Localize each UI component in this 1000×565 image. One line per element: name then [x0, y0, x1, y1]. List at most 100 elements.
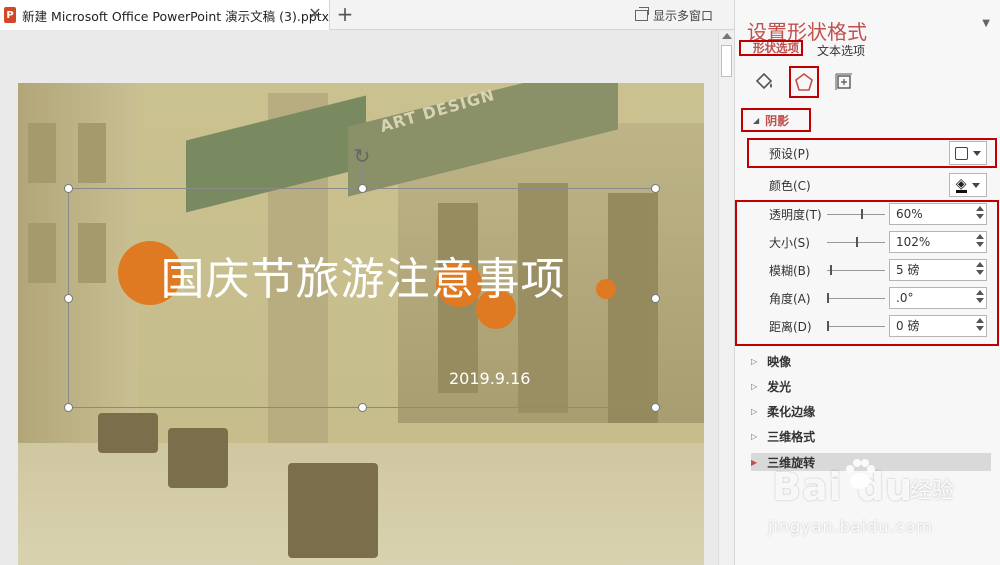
- tab-shape-options[interactable]: 形状选项: [739, 40, 803, 56]
- new-tab-button[interactable]: +: [334, 4, 356, 26]
- distance-label: 距离(D): [769, 319, 812, 334]
- color-label: 颜色(C): [769, 178, 811, 193]
- transparency-input[interactable]: 60%: [889, 203, 987, 225]
- angle-value: .0°: [896, 291, 914, 305]
- size-value: 102%: [896, 235, 931, 249]
- distance-input[interactable]: 0 磅: [889, 315, 987, 337]
- background-window: [28, 123, 56, 183]
- slide-title[interactable]: 国庆节旅游注意事项: [69, 243, 657, 307]
- transparency-value: 60%: [896, 207, 923, 221]
- blur-input[interactable]: 5 磅: [889, 259, 987, 281]
- show-multi-window-label: 显示多窗口: [652, 9, 713, 23]
- angle-input[interactable]: .0°: [889, 287, 987, 309]
- paint-bucket-icon: ◈: [955, 175, 967, 193]
- angle-label: 角度(A): [769, 291, 811, 306]
- pane-category-icons: [749, 66, 859, 98]
- resize-handle-bottom-right[interactable]: [651, 403, 660, 412]
- slide-date[interactable]: 2019.9.16: [449, 369, 530, 388]
- preset-row: 预设(P): [735, 140, 1000, 166]
- color-row: 颜色(C) ◈: [735, 172, 1000, 198]
- slider-knob[interactable]: [827, 320, 829, 331]
- spinner-arrows[interactable]: [976, 262, 984, 275]
- collapsed-triangle-icon: ▶: [751, 457, 758, 467]
- chevron-down-icon: [972, 182, 981, 188]
- transparency-label: 透明度(T): [769, 207, 822, 222]
- rotate-connector: [362, 167, 363, 184]
- spinner-arrows[interactable]: [976, 290, 984, 303]
- size-label: 大小(S): [769, 235, 810, 250]
- baidu-paw-icon: [846, 459, 875, 489]
- distance-slider[interactable]: [827, 320, 885, 331]
- blur-slider[interactable]: [827, 264, 885, 275]
- size-properties-icon[interactable]: [829, 66, 859, 98]
- resize-handle-top[interactable]: [358, 184, 367, 193]
- windows-icon: [634, 7, 649, 21]
- preset-label: 预设(P): [769, 146, 810, 161]
- section-reflection[interactable]: ▷ 映像: [751, 352, 991, 370]
- section-label: 柔化边缘: [767, 404, 816, 419]
- resize-handle-bottom-left[interactable]: [64, 403, 73, 412]
- resize-handle-top-left[interactable]: [64, 184, 73, 193]
- collapsed-triangle-icon: ▷: [751, 381, 758, 391]
- section-label: 发光: [767, 379, 792, 394]
- spinner-arrows[interactable]: [976, 234, 984, 247]
- background-bench: [168, 428, 228, 488]
- size-slider[interactable]: [827, 236, 885, 247]
- section-3d-format[interactable]: ▷ 三维格式: [751, 427, 991, 445]
- show-multi-window-button[interactable]: 显示多窗口: [634, 7, 713, 24]
- shadow-section-label: 阴影: [765, 113, 790, 128]
- jingyan-brand: 经验: [910, 479, 955, 504]
- blur-label: 模糊(B): [769, 263, 811, 278]
- section-soft-edges[interactable]: ▷ 柔化边缘: [751, 402, 991, 420]
- watermark-url: jingyan.baidu.com: [768, 517, 933, 536]
- spinner-arrows[interactable]: [976, 206, 984, 219]
- slider-knob[interactable]: [827, 292, 829, 303]
- slider-knob[interactable]: [830, 264, 832, 275]
- slide[interactable]: ART DESIGN ↻ 国庆节旅游注意事项 2019.9.16: [18, 83, 704, 565]
- collapsed-triangle-icon: ▷: [751, 356, 758, 366]
- transparency-slider[interactable]: [827, 208, 885, 219]
- angle-slider[interactable]: [827, 292, 885, 303]
- background-bench: [288, 463, 378, 558]
- vertical-scrollbar[interactable]: [718, 31, 734, 565]
- rotate-handle-icon[interactable]: ↻: [351, 145, 373, 167]
- spinner-arrows[interactable]: [976, 318, 984, 331]
- expanded-triangle-icon: ◢: [753, 115, 760, 125]
- background-window: [78, 123, 106, 183]
- background-bench: [98, 413, 158, 453]
- resize-handle-top-right[interactable]: [651, 184, 660, 193]
- section-label: 映像: [767, 354, 792, 369]
- selected-text-box[interactable]: ↻ 国庆节旅游注意事项 2019.9.16: [64, 145, 660, 412]
- blur-value: 5 磅: [896, 263, 920, 277]
- slider-knob[interactable]: [856, 236, 858, 247]
- blur-row: 模糊(B) 5 磅: [735, 257, 1000, 283]
- scroll-thumb[interactable]: [721, 45, 732, 77]
- fill-line-icon[interactable]: [749, 66, 779, 98]
- distance-row: 距离(D) 0 磅: [735, 313, 1000, 339]
- color-dropdown[interactable]: ◈: [949, 173, 987, 197]
- resize-handle-bottom[interactable]: [358, 403, 367, 412]
- shadow-preset-icon: [955, 146, 969, 160]
- document-tab[interactable]: P 新建 Microsoft Office PowerPoint 演示文稿 (3…: [0, 0, 330, 30]
- tab-text-options[interactable]: 文本选项: [817, 42, 865, 59]
- slide-canvas: ART DESIGN ↻ 国庆节旅游注意事项 2019.9.16: [0, 31, 718, 565]
- powerpoint-icon: P: [4, 7, 17, 23]
- background-window: [28, 223, 56, 283]
- tab-bar: P 新建 Microsoft Office PowerPoint 演示文稿 (3…: [0, 0, 735, 30]
- pane-options-icon[interactable]: ▼: [982, 18, 990, 29]
- section-label: 三维格式: [767, 429, 816, 444]
- preset-dropdown[interactable]: [949, 141, 987, 165]
- size-input[interactable]: 102%: [889, 231, 987, 253]
- collapsed-triangle-icon: ▷: [751, 406, 758, 416]
- section-glow[interactable]: ▷ 发光: [751, 377, 991, 395]
- effects-pentagon-icon[interactable]: [789, 66, 819, 98]
- shadow-section-header[interactable]: ◢ 阴影: [741, 108, 811, 132]
- baidu-jingyan-watermark: Bai du 经验 jingyan.baidu.com: [760, 455, 1000, 565]
- size-row: 大小(S) 102%: [735, 229, 1000, 255]
- slider-knob[interactable]: [861, 208, 863, 219]
- distance-value: 0 磅: [896, 319, 920, 333]
- transparency-row: 透明度(T) 60%: [735, 201, 1000, 227]
- chevron-down-icon: [972, 150, 981, 156]
- scroll-up-icon[interactable]: [722, 33, 732, 39]
- close-tab-icon[interactable]: ✕: [307, 6, 323, 22]
